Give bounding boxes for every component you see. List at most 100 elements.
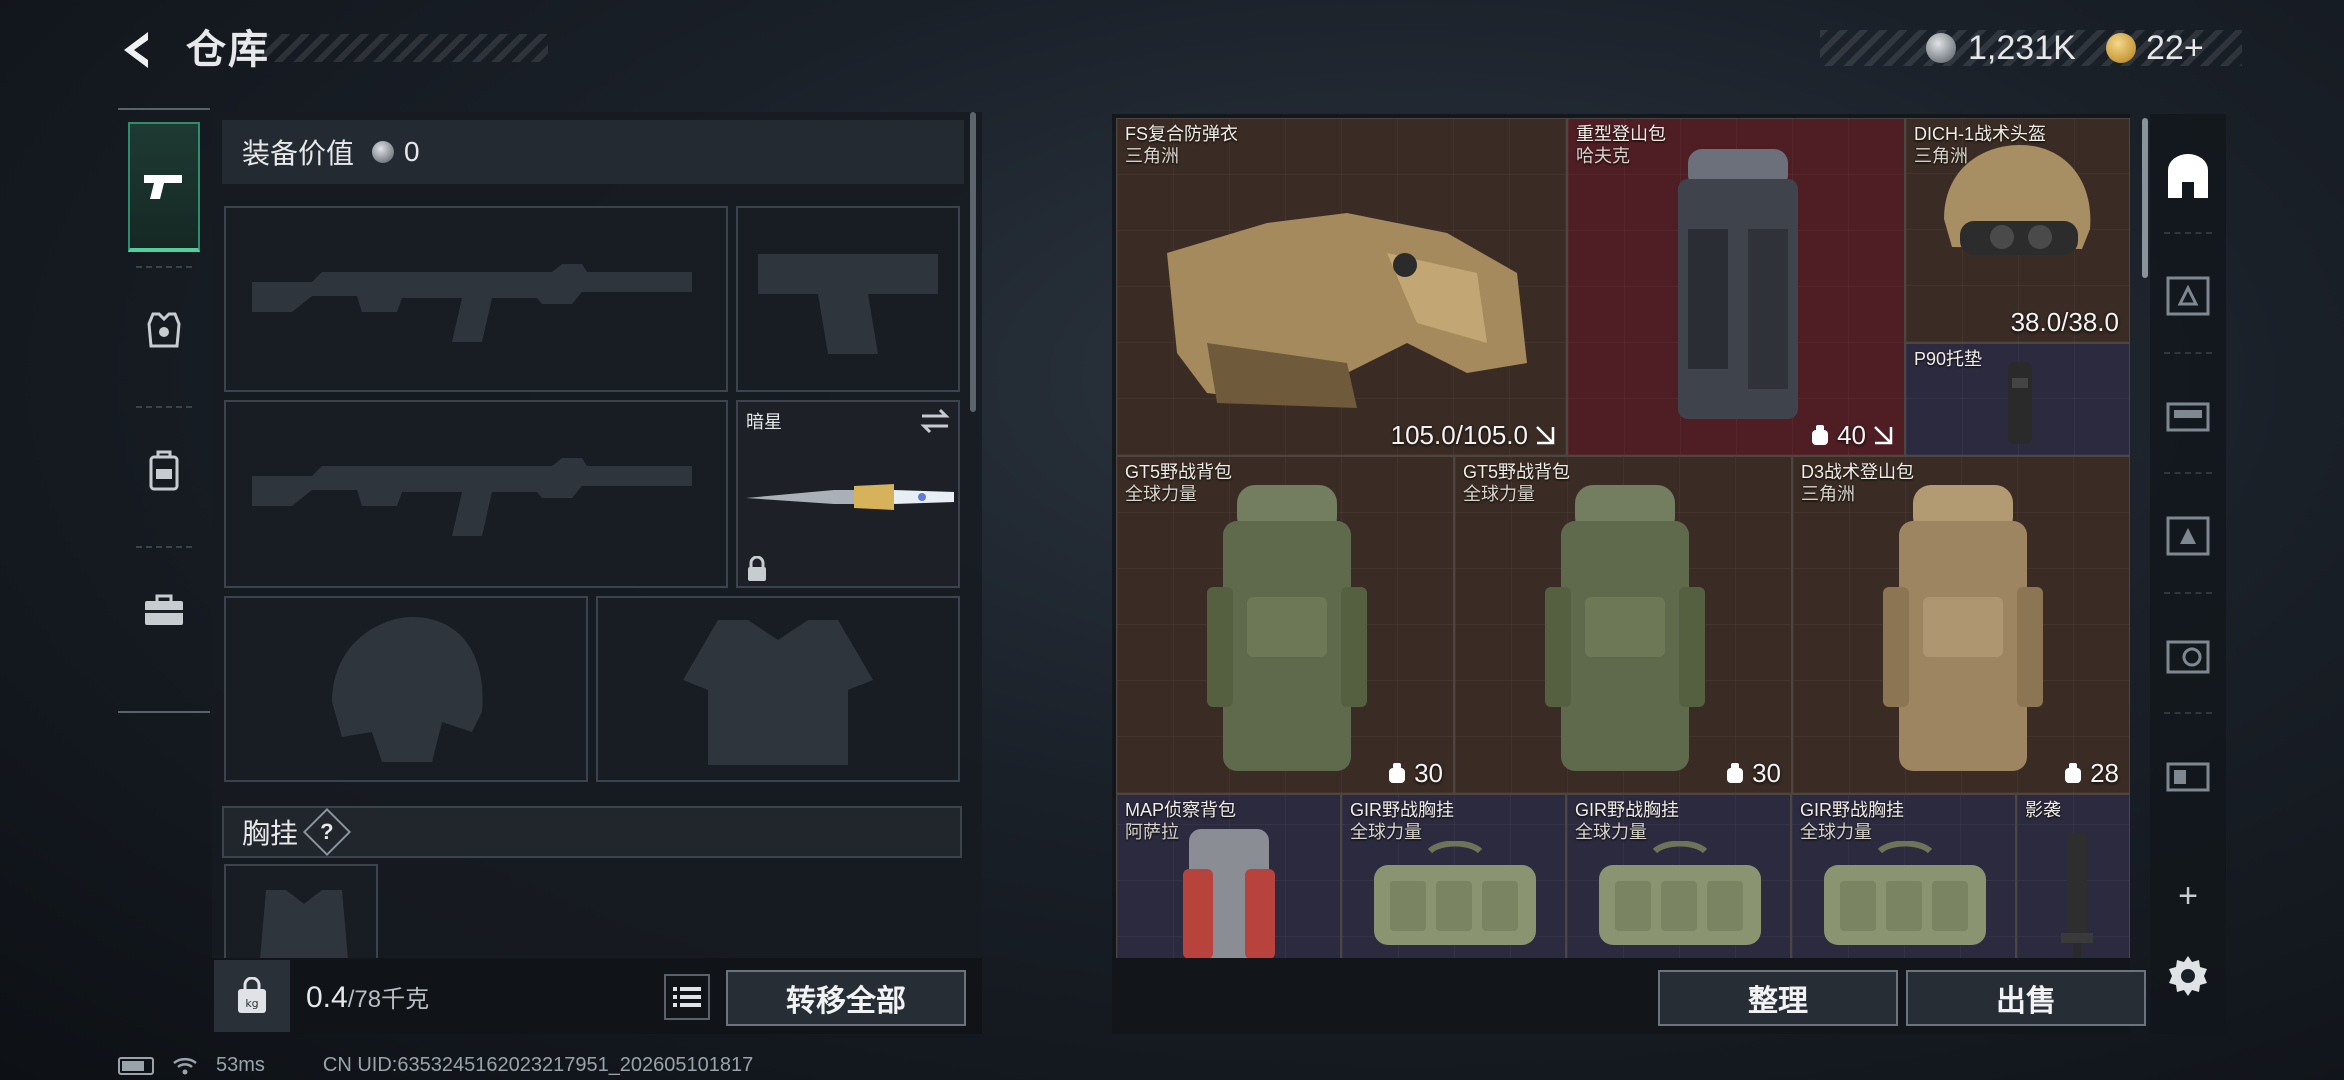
item-source: 全球力量 (1350, 822, 1422, 842)
item-name: GIR野战胸挂 (1800, 800, 1905, 820)
ping-readout: 53ms (216, 1054, 265, 1076)
loadout-category-nav (118, 108, 210, 713)
stash-item[interactable]: GIR野战胸挂 全球力量 (1791, 794, 2016, 958)
tab-container-d[interactable] (2160, 628, 2216, 684)
item-durability: 38.0/38.0 (2011, 306, 2119, 338)
item-name: GIR野战胸挂 (1575, 800, 1680, 820)
loadout-scrollbar[interactable] (970, 112, 976, 412)
stash-item[interactable]: DICH-1战术头盔 三角洲 38.0/38.0 (1905, 118, 2130, 343)
stash-item[interactable]: FS复合防弹衣 三角洲 105.0/105.0 (1116, 118, 1567, 456)
tab-safe-box[interactable] (2160, 150, 2216, 206)
stash-item[interactable]: P90托垫 (1905, 343, 2130, 456)
item-capacity: 30 (1724, 757, 1781, 789)
item-capacity: 40 (1809, 419, 1894, 451)
backpack-art (1883, 485, 2043, 771)
title-stripe-decoration (262, 34, 548, 62)
primary-weapon-slot-1[interactable] (224, 206, 728, 392)
capacity-icon (1727, 763, 1744, 783)
chest-rig-label: 胸挂 (242, 818, 299, 849)
unlock-icon (1874, 426, 1893, 445)
body-armor-slot[interactable] (596, 596, 960, 782)
sidebar-divider (2164, 472, 2212, 474)
tab-toolbox[interactable] (128, 560, 200, 660)
rifle-silhouette-icon (252, 458, 692, 536)
list-view-button[interactable] (664, 974, 710, 1020)
equipment-value-bar: 装备价值 0 (222, 120, 964, 184)
weight-lock-button[interactable]: kg (214, 960, 290, 1032)
uid-readout: CN UID:6353245162023217951_202605101817 (322, 1054, 754, 1076)
stash-item[interactable]: GT5野战背包 全球力量 30 (1454, 456, 1792, 794)
unlock-icon (1536, 426, 1555, 445)
settings-button[interactable] (2160, 948, 2216, 1004)
chest-rig-help-button[interactable]: ? (302, 807, 352, 857)
item-name: 影袭 (2025, 800, 2061, 820)
sort-button[interactable]: 整理 (1658, 970, 1898, 1026)
transfer-all-button[interactable]: 转移全部 (726, 970, 966, 1026)
capacity-value: 40 (1837, 420, 1866, 450)
stash-item[interactable]: 重型登山包 哈夫克 40 (1567, 118, 1905, 456)
knife-icon (746, 484, 954, 510)
tab-armor[interactable] (128, 280, 200, 380)
helmet-slot[interactable] (224, 596, 588, 782)
silver-coin-icon (372, 141, 395, 163)
chest-rig-art (1824, 841, 1986, 945)
safe-box-icon (2168, 154, 2208, 198)
tab-container-c[interactable] (2160, 508, 2216, 564)
weight-icon: kg (238, 977, 266, 1013)
tab-weapons[interactable] (128, 122, 200, 252)
stash-item[interactable]: GIR野战胸挂 全球力量 (1566, 794, 1791, 958)
backpack-art (1207, 485, 1367, 771)
currency-amount-silver: 1,231K (1968, 29, 2076, 67)
stash-grid: FS复合防弹衣 三角洲 105.0/105.0 重型登山包 哈夫克 40 DIC… (1116, 118, 2130, 958)
backpack-icon (149, 450, 179, 491)
helmet-silhouette-icon (332, 617, 483, 762)
tab-backpack[interactable] (128, 420, 200, 520)
chest-rig-art (1374, 841, 1536, 945)
container-d-icon (2166, 640, 2210, 674)
chest-rig-art (1599, 841, 1761, 945)
primary-weapon-slot-2[interactable] (224, 400, 728, 588)
rifle-silhouette-icon (252, 264, 692, 342)
stash-item[interactable]: 影袭 (2016, 794, 2130, 958)
chest-rig-slot[interactable] (224, 864, 378, 960)
item-capacity: 28 (2062, 757, 2119, 789)
lock-icon (748, 556, 766, 581)
gear-icon (2169, 956, 2207, 996)
capacity-value: 30 (1414, 758, 1443, 788)
sidearm-slot[interactable] (736, 206, 960, 392)
item-name: 重型登山包 (1576, 124, 1666, 144)
melee-weapon-slot[interactable]: 暗星 (736, 400, 960, 588)
container-a-icon (2166, 276, 2210, 316)
item-name: P90托垫 (1914, 349, 1983, 369)
container-c-icon (2166, 516, 2210, 556)
stash-item[interactable]: GT5野战背包 全球力量 30 (1116, 456, 1454, 794)
swap-arrows-icon[interactable] (920, 408, 950, 434)
stash-scrollbar[interactable] (2142, 118, 2148, 278)
armor-vest-icon (147, 312, 181, 348)
sidebar-divider (2164, 592, 2212, 594)
capacity-icon (2065, 763, 2082, 783)
helmet-art (1944, 145, 2091, 255)
item-source: 全球力量 (1575, 822, 1647, 842)
add-container-button[interactable]: + (2160, 868, 2216, 924)
tab-container-a[interactable] (2160, 268, 2216, 324)
durability-value: 105.0/105.0 (1390, 420, 1528, 450)
capacity-icon (1389, 763, 1406, 783)
tab-container-b[interactable] (2160, 388, 2216, 444)
durability-value: 38.0/38.0 (2010, 307, 2119, 337)
status-bar: 53ms CN UID:6353245162023217951_20260510… (118, 1054, 753, 1077)
sidebar-divider (2164, 232, 2212, 234)
stash-item[interactable]: MAP侦察背包 阿萨拉 (1116, 794, 1341, 958)
stash-item[interactable]: GIR野战胸挂 全球力量 (1341, 794, 1566, 958)
nav-divider (136, 406, 192, 408)
sell-button[interactable]: 出售 (1906, 970, 2146, 1026)
item-source: 三角洲 (1125, 146, 1179, 166)
back-button[interactable] (110, 22, 166, 78)
help-icon: ? (320, 818, 334, 844)
currency-amount-gold[interactable]: 22+ (2146, 26, 2204, 70)
tab-container-e[interactable] (2160, 748, 2216, 804)
wifi-icon (173, 1057, 197, 1074)
stash-item[interactable]: D3战术登山包 三角洲 28 (1792, 456, 2130, 794)
chest-rig-silhouette-icon (260, 890, 348, 960)
nav-divider (136, 266, 192, 268)
